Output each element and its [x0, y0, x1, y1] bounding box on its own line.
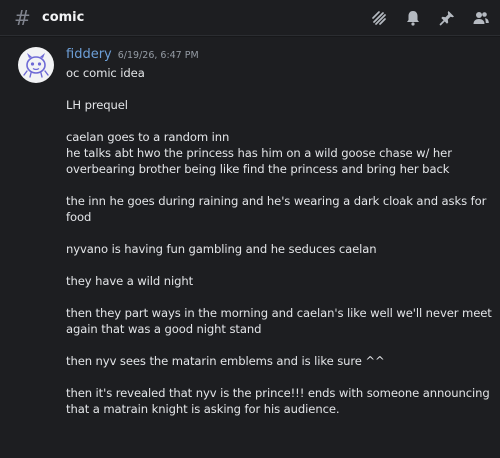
message-line: food	[66, 210, 92, 224]
pin-icon[interactable]	[438, 9, 456, 27]
message-line: oc comic idea	[66, 66, 145, 80]
message-line: he talks abt hwo the princess has him on…	[66, 146, 452, 160]
message-line: again that was a good night stand	[66, 322, 262, 336]
message-timestamp: 6/19/26, 6:47 PM	[117, 50, 199, 61]
avatar[interactable]	[18, 47, 54, 83]
message-body: fiddery 6/19/26, 6:47 PM oc comic idea LH…	[66, 47, 492, 417]
message-line: LH prequel	[66, 98, 128, 112]
hash-icon: #	[14, 5, 31, 30]
message-line: the inn he goes during raining and he's …	[66, 194, 487, 208]
message-line: then nyv sees the matarin emblems and is…	[66, 354, 385, 368]
message-line: nyvano is having fun gambling and he sed…	[66, 242, 377, 256]
message-content: oc comic idea LH prequel caelan goes to a …	[66, 65, 492, 417]
author-name[interactable]: fiddery	[66, 47, 112, 62]
message-line: then it's revealed that nyv is the princ…	[66, 386, 490, 400]
message-line: they have a wild night	[66, 274, 194, 288]
message-line: then they part ways in the morning and c…	[66, 306, 492, 320]
threads-icon[interactable]	[370, 9, 388, 27]
message-header: fiddery 6/19/26, 6:47 PM	[66, 47, 484, 65]
chat-window: # comic fiddery 6/19/26, 6:47 PM oc comi…	[0, 0, 500, 458]
creature-avatar-icon	[23, 53, 49, 78]
message-line: that a matrain knight is asking for his …	[66, 402, 340, 416]
message-line: overbearing brother being like find the …	[66, 162, 450, 176]
bell-icon[interactable]	[404, 9, 422, 27]
header-toolbar	[370, 9, 490, 27]
message-line: caelan goes to a random inn	[66, 130, 230, 144]
message: fiddery 6/19/26, 6:47 PM oc comic idea LH…	[0, 41, 500, 417]
members-icon[interactable]	[472, 9, 490, 27]
channel-name: comic	[42, 10, 85, 25]
channel-header: # comic	[0, 0, 500, 36]
